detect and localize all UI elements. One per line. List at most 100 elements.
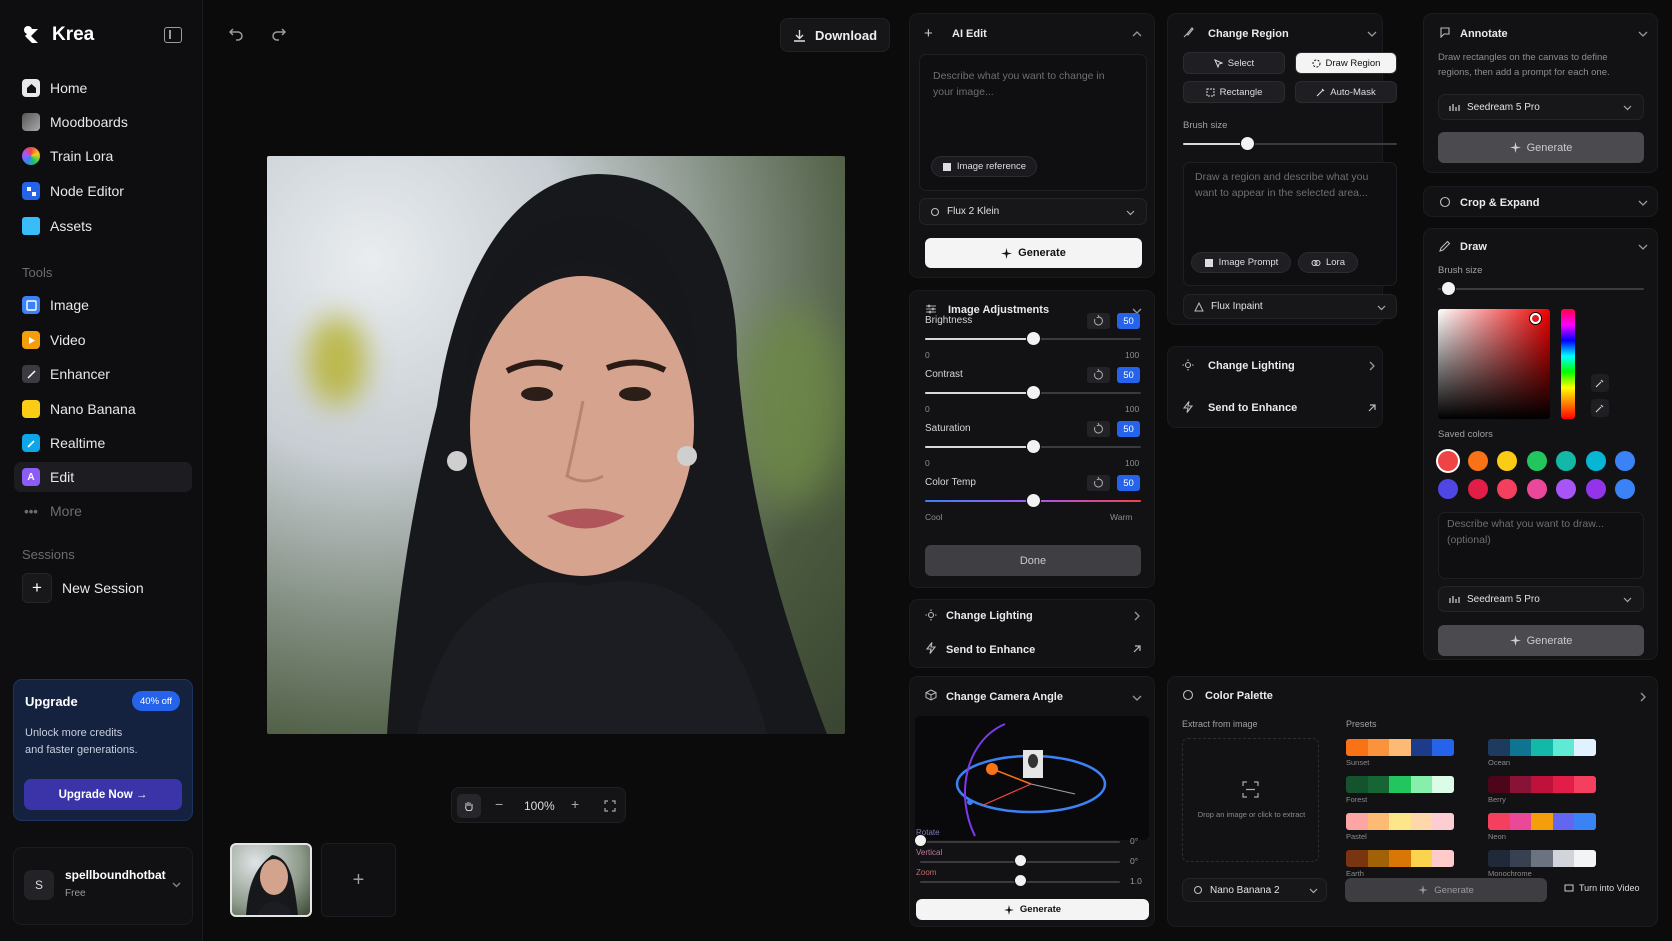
reset-button[interactable]	[1087, 475, 1110, 491]
chevron-down-icon[interactable]	[1132, 693, 1142, 703]
preset-berry[interactable]	[1488, 776, 1596, 793]
saved-color-swatch[interactable]	[1615, 479, 1635, 499]
zoom-in-icon[interactable]: +	[571, 796, 579, 812]
crop-expand-panel[interactable]: Crop & Expand	[1423, 186, 1658, 217]
vertical-slider-knob[interactable]	[1015, 855, 1026, 866]
new-session-button[interactable]: + New Session	[14, 573, 192, 603]
saved-color-swatch[interactable]	[1526, 479, 1547, 499]
brush-size-knob[interactable]	[1241, 137, 1254, 150]
saved-color-swatch[interactable]	[1585, 451, 1606, 471]
select-tool-button[interactable]: Select	[1183, 52, 1285, 74]
slider-knob[interactable]	[1027, 494, 1040, 507]
turn-into-video-link[interactable]: Turn into Video	[1564, 883, 1640, 893]
sidebar-item-node-editor[interactable]: Node Editor	[14, 176, 192, 206]
draw-generate-button[interactable]: Generate	[1438, 625, 1644, 656]
saved-color-swatch[interactable]	[1585, 479, 1606, 499]
chevron-up-icon[interactable]	[1132, 29, 1142, 39]
reset-button[interactable]	[1087, 367, 1110, 383]
fit-screen-icon[interactable]	[604, 800, 616, 812]
slider-value[interactable]: 50	[1117, 475, 1140, 491]
download-button[interactable]: Download	[780, 18, 890, 52]
model-select[interactable]: Flux 2 Klein	[919, 198, 1147, 225]
saved-color-swatch[interactable]	[1526, 451, 1547, 471]
undo-icon[interactable]	[228, 26, 244, 42]
region-model-select[interactable]: Flux Inpaint	[1183, 294, 1397, 319]
slider-value[interactable]: 50	[1117, 421, 1140, 437]
sidebar-item-home[interactable]: Home	[14, 73, 192, 103]
draw-region-button[interactable]: Draw Region	[1295, 52, 1397, 74]
reset-button[interactable]	[1087, 421, 1110, 437]
upgrade-now-button[interactable]: Upgrade Now →	[24, 779, 182, 810]
slider-knob[interactable]	[1027, 386, 1040, 399]
rectangle-tool-button[interactable]: Rectangle	[1183, 81, 1285, 103]
sidebar-item-assets[interactable]: Assets	[14, 211, 192, 241]
redo-icon[interactable]	[271, 26, 287, 42]
preset-pastel[interactable]	[1346, 813, 1454, 830]
sidebar-toggle-icon[interactable]	[164, 27, 182, 43]
arrow-up-right-icon[interactable]	[1132, 644, 1142, 654]
generate-button[interactable]: Generate	[925, 238, 1142, 268]
eyedropper-button[interactable]	[1591, 374, 1609, 392]
palette-model-select[interactable]: Nano Banana 2	[1182, 878, 1327, 902]
annotate-model-select[interactable]: Seedream 5 Pro	[1438, 94, 1644, 120]
send-to-enhance-link[interactable]: Send to Enhance	[1208, 402, 1297, 414]
auto-mask-button[interactable]: Auto-Mask	[1295, 81, 1397, 103]
saved-color-swatch[interactable]	[1497, 451, 1517, 471]
chevron-down-icon[interactable]	[1638, 242, 1648, 252]
ai-edit-prompt-input[interactable]: Describe what you want to change in your…	[919, 54, 1147, 191]
draw-brush-knob[interactable]	[1442, 282, 1455, 295]
slider-knob[interactable]	[1027, 440, 1040, 453]
sidebar-item-realtime[interactable]: Realtime	[14, 428, 192, 458]
chevron-down-icon[interactable]	[1638, 29, 1648, 39]
preset-monochrome[interactable]	[1488, 850, 1596, 867]
sidebar-item-moodboards[interactable]: Moodboards	[14, 107, 192, 137]
camera-generate-button[interactable]: Generate	[916, 899, 1149, 920]
app-logo[interactable]: Krea	[22, 24, 94, 46]
slider-value[interactable]: 50	[1117, 367, 1140, 383]
zoom-out-icon[interactable]: −	[495, 796, 503, 812]
sidebar-item-train-lora[interactable]: Train Lora	[14, 141, 192, 171]
image-reference-button[interactable]: Image reference	[931, 156, 1037, 177]
saved-color-swatch[interactable]	[1467, 479, 1488, 499]
sidebar-item-image[interactable]: Image	[14, 290, 192, 320]
color-picker-area[interactable]	[1438, 309, 1550, 419]
add-image-button[interactable]: +	[321, 843, 396, 917]
rotate-slider-track[interactable]	[920, 841, 1120, 843]
chevron-right-icon[interactable]	[1132, 611, 1142, 621]
change-lighting-link[interactable]: Change Lighting	[946, 610, 1033, 622]
sidebar-item-enhancer[interactable]: Enhancer	[14, 359, 192, 389]
saved-color-swatch[interactable]	[1438, 451, 1458, 471]
sidebar-item-edit[interactable]: A Edit	[14, 462, 192, 492]
slider-value[interactable]: 50	[1117, 313, 1140, 329]
saved-color-swatch[interactable]	[1556, 451, 1576, 471]
eyedropper-alt-button[interactable]	[1591, 399, 1609, 417]
send-to-enhance-link[interactable]: Send to Enhance	[946, 644, 1035, 656]
preset-forest[interactable]	[1346, 776, 1454, 793]
saved-color-swatch[interactable]	[1497, 479, 1517, 499]
main-canvas-image[interactable]	[267, 156, 845, 734]
saved-color-swatch[interactable]	[1438, 479, 1458, 499]
preset-ocean[interactable]	[1488, 739, 1596, 756]
rotate-slider-knob[interactable]	[915, 835, 926, 846]
annotate-generate-button[interactable]: Generate	[1438, 132, 1644, 163]
done-button[interactable]: Done	[925, 545, 1141, 576]
chevron-right-icon[interactable]	[1638, 692, 1648, 702]
sidebar-item-video[interactable]: Video	[14, 325, 192, 355]
change-lighting-link[interactable]: Change Lighting	[1208, 360, 1295, 372]
user-card[interactable]: S spellboundhotbat Free	[13, 847, 193, 925]
saved-color-swatch[interactable]	[1615, 451, 1635, 471]
lora-button[interactable]: Lora	[1298, 252, 1358, 273]
chevron-right-icon[interactable]	[1367, 361, 1377, 371]
preset-earth[interactable]	[1346, 850, 1454, 867]
hand-tool-button[interactable]	[457, 794, 481, 818]
saved-color-swatch[interactable]	[1467, 451, 1488, 471]
draw-model-select[interactable]: Seedream 5 Pro	[1438, 586, 1644, 612]
preset-sunset[interactable]	[1346, 739, 1454, 756]
chevron-down-icon[interactable]	[1367, 29, 1377, 39]
thumbnail-item[interactable]	[230, 843, 312, 917]
zoom-slider-knob[interactable]	[1015, 875, 1026, 886]
draw-brush-track[interactable]	[1438, 288, 1644, 290]
palette-generate-button[interactable]: Generate	[1345, 878, 1547, 902]
preset-neon[interactable]	[1488, 813, 1596, 830]
sidebar-item-nano-banana[interactable]: Nano Banana	[14, 394, 192, 424]
